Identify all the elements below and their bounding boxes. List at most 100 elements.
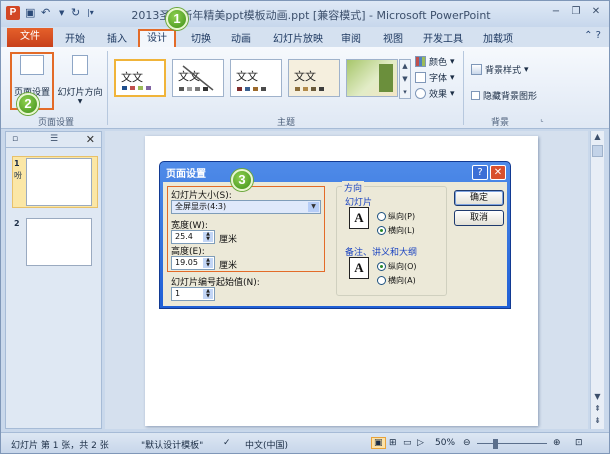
slide-preview: [26, 218, 92, 266]
callout-badge-1: 1: [166, 8, 188, 30]
slide-note-marker: 吩: [14, 171, 22, 180]
tab-animations[interactable]: 动画: [231, 30, 251, 45]
slide-position-text: 幻灯片 第 1 张，共 2 张: [11, 441, 109, 451]
tab-review[interactable]: 审阅: [341, 30, 361, 45]
vertical-scrollbar[interactable]: ▲ ▼ ⇞ ⇟: [590, 131, 604, 429]
reading-view-icon[interactable]: ▭: [403, 438, 412, 448]
theme-colors-button[interactable]: 颜色 ▾: [415, 55, 455, 68]
numbering-value: 1: [175, 289, 181, 298]
powerpoint-app-icon[interactable]: P: [6, 6, 20, 20]
slide-preview: [26, 158, 92, 206]
scroll-down-icon[interactable]: ▼: [591, 391, 604, 403]
ok-button[interactable]: 确定: [454, 190, 504, 206]
help-icon[interactable]: ⌃ ?: [584, 30, 601, 41]
chevron-down-icon[interactable]: ▼: [308, 202, 319, 212]
zoom-level[interactable]: 50%: [435, 438, 455, 448]
numbering-input[interactable]: 1 ▲ ▼: [171, 287, 215, 301]
slides-landscape-radio[interactable]: 横向(L): [377, 225, 415, 236]
zoom-in-icon[interactable]: ⊕: [553, 438, 561, 448]
height-unit: 厘米: [219, 261, 238, 271]
spellcheck-icon[interactable]: ✓: [223, 438, 231, 448]
zoom-slider-track[interactable]: [477, 443, 547, 444]
scroll-up-icon[interactable]: ▲: [591, 131, 604, 143]
theme-effects-button[interactable]: 效果 ▾: [415, 87, 455, 100]
theme-paper[interactable]: 文文: [288, 59, 340, 97]
theme-green-pattern[interactable]: [346, 59, 398, 97]
minimize-icon[interactable]: −: [547, 4, 565, 20]
cancel-button[interactable]: 取消: [454, 210, 504, 226]
slideshow-view-icon[interactable]: ▷: [417, 438, 424, 448]
notes-portrait-label: 纵向(O): [388, 262, 417, 271]
zoom-slider-thumb[interactable]: [493, 439, 498, 449]
background-styles-button[interactable]: 背景样式 ▾: [471, 63, 529, 76]
page-setup-button[interactable]: 页面设置: [11, 52, 53, 98]
tab-developer[interactable]: 开发工具: [423, 30, 463, 45]
zoom-out-icon[interactable]: ⊖: [463, 438, 471, 448]
close-panel-icon[interactable]: ✕: [86, 133, 95, 146]
language-text[interactable]: 中文(中国): [245, 438, 288, 451]
outline-tab-icon[interactable]: ☰: [50, 134, 58, 144]
notes-portrait-radio[interactable]: 纵向(O): [377, 261, 417, 272]
tab-addins[interactable]: 加载项: [483, 30, 513, 45]
powerpoint-window: P ▣ ↶ ▼ ↻ |▾ 2013圣诞新年精美ppt模板动画.ppt [兼容模式…: [0, 0, 610, 454]
slides-portrait-radio[interactable]: 纵向(P): [377, 211, 415, 222]
redo-icon[interactable]: ↻: [71, 6, 80, 19]
undo-dropdown-icon[interactable]: ▼: [59, 9, 64, 17]
slide-sorter-icon[interactable]: ⊞: [389, 438, 397, 448]
width-unit: 厘米: [219, 235, 238, 245]
group-separator: [107, 51, 108, 125]
theme-color-dots: [179, 87, 208, 91]
hide-background-checkbox[interactable]: 隐藏背景图形: [471, 89, 537, 102]
tab-view[interactable]: 视图: [383, 30, 403, 45]
theme-gallery-scroll[interactable]: ▲ ▼ ▾: [399, 59, 411, 99]
numbering-spinner-icon[interactable]: ▲ ▼: [203, 289, 213, 299]
tab-home[interactable]: 开始: [65, 30, 85, 45]
group-label-themes: 主题: [276, 118, 295, 128]
notes-landscape-radio[interactable]: 横向(A): [377, 275, 416, 286]
theme-oriel[interactable]: 文文: [230, 59, 282, 97]
group-label-page-setup: 页面设置: [37, 118, 74, 128]
panel-tabs: ▫ ☰ ✕: [6, 132, 101, 148]
undo-icon[interactable]: ↶: [41, 6, 50, 19]
dialog-close-icon[interactable]: ✕: [490, 165, 506, 180]
close-icon[interactable]: ✕: [587, 4, 605, 20]
ribbon-tabs: 文件 开始 插入 设计 切换 动画 幻灯片放映 审阅 视图 开发工具 加载项 ⌃…: [1, 27, 609, 49]
slide-thumbnail-1[interactable]: 1 吩: [12, 156, 98, 208]
effects-label: 效果: [429, 90, 448, 100]
fit-to-window-icon[interactable]: ⊡: [575, 438, 583, 448]
tab-design[interactable]: 设计: [138, 29, 176, 49]
background-dialog-launcher-icon[interactable]: ⌞: [537, 115, 547, 123]
restore-icon[interactable]: ❐: [567, 4, 585, 20]
height-spinner-icon[interactable]: ▲ ▼: [203, 258, 213, 268]
slide-number: 2: [14, 219, 20, 228]
theme-office[interactable]: 文文: [114, 59, 166, 97]
slide-size-select[interactable]: 全屏显示(4:3) ▼: [171, 200, 321, 214]
slides-tab-icon[interactable]: ▫: [12, 134, 18, 144]
dialog-help-icon[interactable]: ?: [472, 165, 488, 180]
title-bar: P ▣ ↶ ▼ ↻ |▾ 2013圣诞新年精美ppt模板动画.ppt [兼容模式…: [1, 1, 609, 27]
scroll-thumb[interactable]: [592, 145, 603, 157]
tab-insert[interactable]: 插入: [107, 30, 127, 45]
slide-thumbnail-2[interactable]: 2: [12, 216, 98, 268]
height-input[interactable]: 19.05 ▲ ▼: [171, 256, 215, 270]
width-input[interactable]: 25.4 ▲ ▼: [171, 230, 215, 244]
theme-sample-text: 文文: [121, 71, 143, 84]
width-spinner-icon[interactable]: ▲ ▼: [203, 232, 213, 242]
tab-file[interactable]: 文件: [7, 28, 53, 47]
theme-color-dots: [295, 87, 324, 91]
ribbon: 页面设置 幻灯片方向 ▼ 页面设置 文文 文文 文文 文文 ▲: [1, 47, 609, 129]
slide-thumbnail-panel: ▫ ☰ ✕ 1 吩 2: [5, 131, 102, 429]
save-icon[interactable]: ▣: [25, 6, 35, 19]
theme-gray[interactable]: 文文: [172, 59, 224, 97]
customize-qat-icon[interactable]: |▾: [87, 8, 94, 17]
background-styles-icon: [471, 64, 482, 75]
previous-slide-icon[interactable]: ⇞: [591, 403, 604, 415]
next-slide-icon[interactable]: ⇟: [591, 415, 604, 427]
normal-view-icon[interactable]: ▣: [371, 437, 386, 449]
width-value: 25.4: [175, 232, 193, 241]
slide-orientation-button[interactable]: 幻灯片方向 ▼: [55, 52, 105, 105]
tab-transitions[interactable]: 切换: [191, 30, 211, 45]
tab-slideshow[interactable]: 幻灯片放映: [273, 30, 323, 45]
colors-dropdown-icon: ▾: [450, 56, 455, 67]
theme-fonts-button[interactable]: 字体 ▾: [415, 71, 455, 84]
